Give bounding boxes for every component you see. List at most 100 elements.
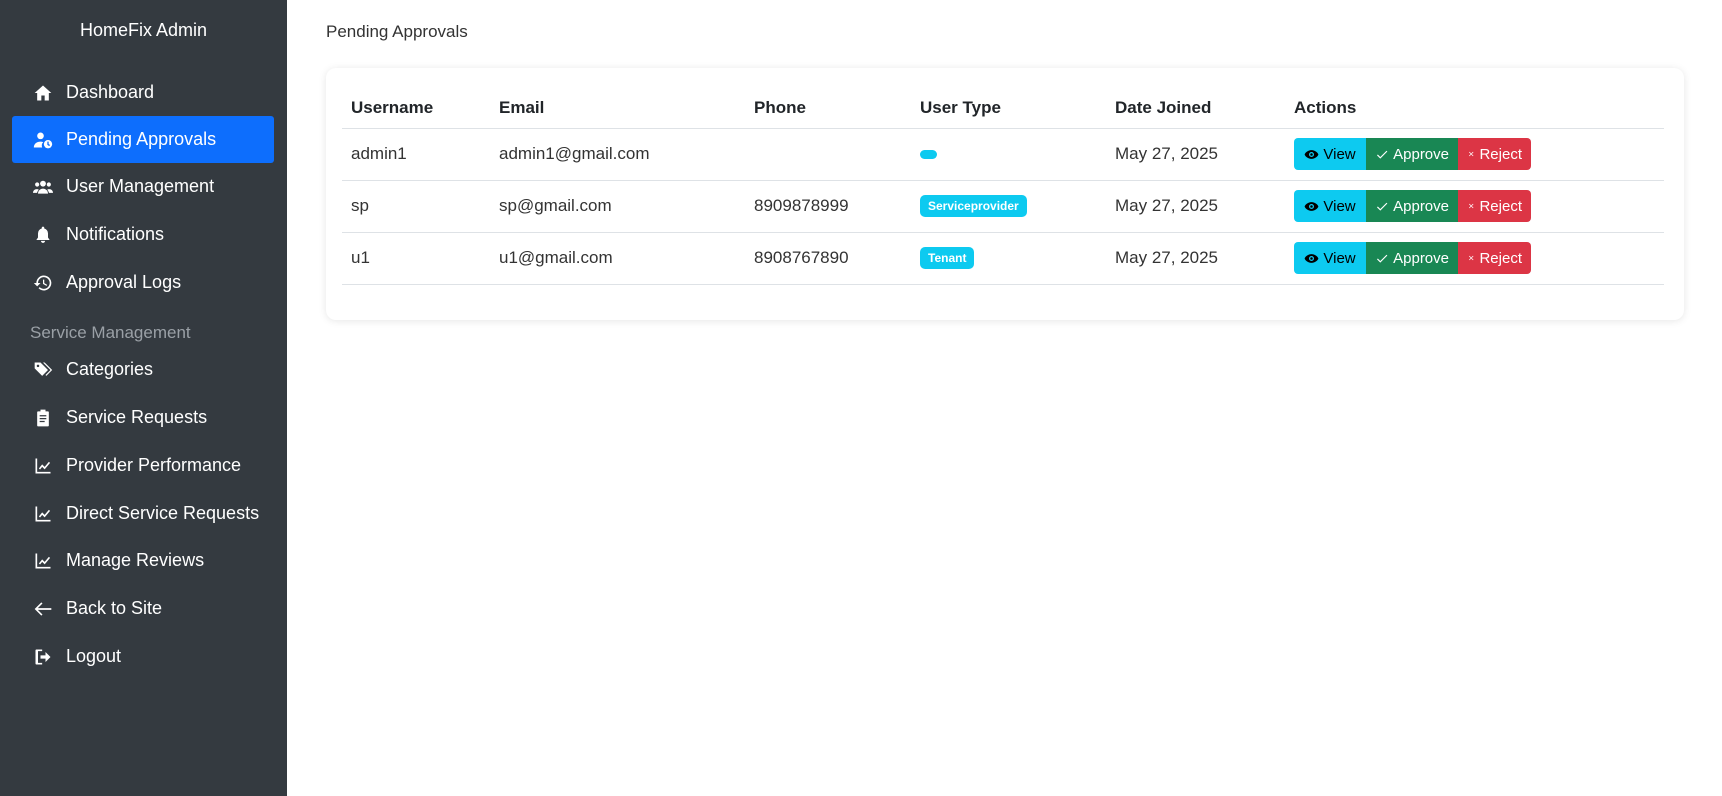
- brand-title: HomeFix Admin: [79, 20, 208, 40]
- sign-out-icon: [32, 646, 54, 668]
- column-header-phone: Phone: [745, 88, 911, 129]
- approvals-table: Username Email Phone User Type Date Join…: [342, 88, 1664, 285]
- cell-phone: 8909878999: [745, 180, 911, 233]
- reject-button[interactable]: Reject: [1458, 190, 1531, 222]
- close-icon: [1469, 151, 1474, 156]
- column-header-username: Username: [342, 88, 490, 129]
- home-icon: [32, 82, 54, 104]
- cell-email: admin1@gmail.com: [490, 128, 745, 181]
- sidebar: HomeFix Admin Dashboard Pending Approval…: [0, 0, 287, 796]
- chart-line-icon: [32, 503, 54, 525]
- sidebar-item-label: Back to Site: [66, 598, 163, 618]
- action-button-group: View Approve Reject: [1294, 190, 1531, 222]
- table-row: u1 u1@gmail.com 8908767890 Tenant May 27…: [342, 232, 1664, 285]
- action-button-group: View Approve Reject: [1294, 138, 1531, 170]
- table-header-row: Username Email Phone User Type Date Join…: [342, 88, 1664, 129]
- approve-button[interactable]: Approve: [1366, 242, 1458, 274]
- reject-button-label: Reject: [1479, 197, 1522, 215]
- approve-button[interactable]: Approve: [1366, 138, 1458, 170]
- cell-email: sp@gmail.com: [490, 180, 745, 233]
- sidebar-item-manage-reviews[interactable]: Manage Reviews: [12, 537, 274, 584]
- tags-icon: [32, 359, 54, 381]
- action-button-group: View Approve Reject: [1294, 242, 1531, 274]
- clipboard-icon: [32, 407, 54, 429]
- sidebar-item-pending-approvals[interactable]: Pending Approvals: [12, 116, 274, 163]
- eye-icon: [1305, 201, 1319, 211]
- sidebar-item-direct-service-requests[interactable]: Direct Service Requests: [12, 490, 274, 537]
- approvals-card: Username Email Phone User Type Date Join…: [326, 68, 1684, 320]
- cell-date-joined: May 27, 2025: [1106, 180, 1285, 233]
- sidebar-item-label: Logout: [66, 646, 122, 666]
- view-button[interactable]: View: [1294, 138, 1366, 170]
- close-icon: [1469, 255, 1474, 260]
- close-icon: [1469, 203, 1474, 208]
- main-content: Pending Approvals Username Email Phone U…: [287, 0, 1722, 796]
- cell-actions: View Approve Reject: [1285, 128, 1664, 181]
- sidebar-item-provider-performance[interactable]: Provider Performance: [12, 442, 274, 489]
- sidebar-item-service-requests[interactable]: Service Requests: [12, 394, 274, 441]
- sidebar-item-label: User Management: [66, 176, 215, 196]
- section-label-service-management: Service Management: [30, 323, 191, 342]
- approve-button-label: Approve: [1393, 249, 1449, 267]
- cell-date-joined: May 27, 2025: [1106, 232, 1285, 285]
- sidebar-item-label: Pending Approvals: [66, 129, 217, 149]
- table-row: sp sp@gmail.com 8909878999 Serviceprovid…: [342, 180, 1664, 233]
- bell-icon: [32, 224, 54, 246]
- sidebar-item-approval-logs[interactable]: Approval Logs: [12, 259, 274, 306]
- sidebar-item-label: Notifications: [66, 224, 165, 244]
- view-button-label: View: [1323, 145, 1356, 163]
- approve-button-label: Approve: [1393, 145, 1449, 163]
- column-header-email: Email: [490, 88, 745, 129]
- column-header-actions: Actions: [1285, 88, 1664, 129]
- eye-icon: [1305, 149, 1319, 159]
- check-icon: [1377, 150, 1388, 159]
- reject-button[interactable]: Reject: [1458, 138, 1531, 170]
- sidebar-item-label: Service Requests: [66, 407, 208, 427]
- cell-user-type: Serviceprovider: [911, 180, 1106, 233]
- reject-button[interactable]: Reject: [1458, 242, 1531, 274]
- sidebar-item-notifications[interactable]: Notifications: [12, 211, 274, 258]
- column-header-date-joined: Date Joined: [1106, 88, 1285, 129]
- cell-date-joined: May 27, 2025: [1106, 128, 1285, 181]
- chart-line-icon: [32, 550, 54, 572]
- sidebar-item-label: Direct Service Requests: [66, 503, 260, 523]
- sidebar-item-dashboard[interactable]: Dashboard: [12, 69, 274, 116]
- column-header-user-type: User Type: [911, 88, 1106, 129]
- sidebar-item-label: Dashboard: [66, 82, 155, 102]
- cell-username: sp: [342, 180, 490, 233]
- view-button[interactable]: View: [1294, 190, 1366, 222]
- cell-phone: 8908767890: [745, 232, 911, 285]
- cell-username: u1: [342, 232, 490, 285]
- sidebar-item-label: Provider Performance: [66, 455, 242, 475]
- cell-user-type: Tenant: [911, 232, 1106, 285]
- sidebar-item-label: Manage Reviews: [66, 550, 205, 570]
- reject-button-label: Reject: [1479, 145, 1522, 163]
- approve-button[interactable]: Approve: [1366, 190, 1458, 222]
- cell-actions: View Approve Reject: [1285, 232, 1664, 285]
- reject-button-label: Reject: [1479, 249, 1522, 267]
- sidebar-item-user-management[interactable]: User Management: [12, 163, 274, 210]
- user-type-badge: Tenant: [920, 247, 975, 269]
- view-button-label: View: [1323, 249, 1356, 267]
- sidebar-item-label: Categories: [66, 359, 154, 379]
- chart-line-icon: [32, 455, 54, 477]
- sidebar-item-back-to-site[interactable]: Back to Site: [12, 585, 274, 632]
- users-icon: [32, 176, 54, 198]
- sidebar-item-label: Approval Logs: [66, 272, 182, 292]
- user-type-badge: Serviceprovider: [920, 195, 1027, 217]
- history-icon: [32, 272, 54, 294]
- sidebar-item-logout[interactable]: Logout: [12, 633, 274, 680]
- user-type-badge: [920, 150, 937, 160]
- arrow-left-icon: [32, 598, 54, 620]
- eye-icon: [1305, 253, 1319, 263]
- user-clock-icon: [32, 129, 54, 151]
- cell-phone: [745, 128, 911, 181]
- table-row: admin1 admin1@gmail.com May 27, 2025 Vie…: [342, 128, 1664, 181]
- cell-email: u1@gmail.com: [490, 232, 745, 285]
- view-button-label: View: [1323, 197, 1356, 215]
- cell-user-type: [911, 128, 1106, 181]
- view-button[interactable]: View: [1294, 242, 1366, 274]
- sidebar-item-categories[interactable]: Categories: [12, 346, 274, 393]
- cell-actions: View Approve Reject: [1285, 180, 1664, 233]
- approve-button-label: Approve: [1393, 197, 1449, 215]
